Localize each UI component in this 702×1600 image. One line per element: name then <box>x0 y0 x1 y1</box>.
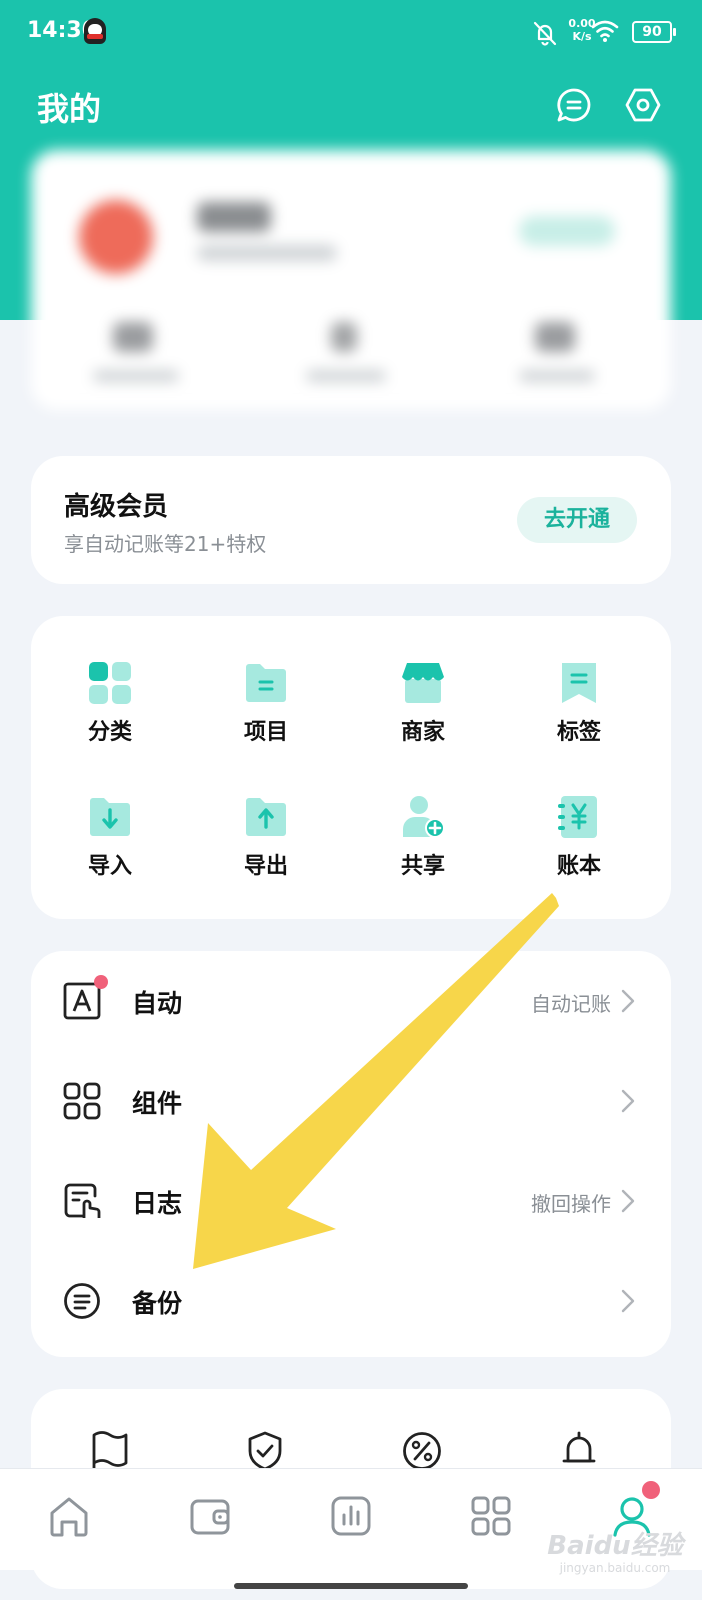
auto-a-icon <box>63 982 101 1020</box>
folder-project-icon <box>246 664 286 702</box>
bell-icon[interactable] <box>559 1431 599 1471</box>
row-label: 自动 <box>132 989 183 1018</box>
stat-label-blurred <box>306 370 386 382</box>
stats-icon[interactable] <box>331 1495 371 1537</box>
vip-activate-button[interactable]: 去开通 <box>517 497 637 543</box>
stat-value-blurred <box>113 322 153 352</box>
username-blurred <box>197 202 271 232</box>
folder-import-icon <box>90 798 130 836</box>
backup-icon <box>64 1283 100 1319</box>
bell-off-icon <box>533 21 557 46</box>
list-row-backup[interactable]: 备份 <box>31 1251 671 1351</box>
stat-value-blurred <box>331 322 357 352</box>
apps-icon[interactable] <box>471 1495 511 1537</box>
message-icon[interactable] <box>556 87 592 123</box>
row-value: 自动记账 <box>531 992 611 1016</box>
avatar <box>79 200 153 274</box>
list-row-widgets[interactable]: 组件 <box>31 1051 671 1151</box>
grid-label: 导出 <box>243 854 288 879</box>
home-indicator <box>234 1583 468 1589</box>
battery-indicator: 90 <box>632 21 676 43</box>
watermark: Baidu经验 jingyan.baidu.com <box>540 1531 690 1585</box>
wallet-icon[interactable] <box>190 1495 230 1537</box>
grid-item-ledger[interactable]: 账本 <box>524 795 634 895</box>
chevron-right-icon <box>621 1089 635 1113</box>
bookmark-tag-icon <box>562 663 596 703</box>
chevron-right-icon <box>621 989 635 1013</box>
grid-label: 分类 <box>87 720 132 745</box>
feature-grid: 分类 项目 商家 标签 导入 导出 共享 账本 <box>31 616 671 919</box>
row-value: 撤回操作 <box>531 1192 611 1216</box>
stat-value-blurred <box>535 322 575 352</box>
list-row-auto[interactable]: 自动 自动记账 <box>31 951 671 1051</box>
grid-item-tag[interactable]: 标签 <box>524 661 634 761</box>
settings-list: 自动 自动记账 组件 日志 撤回操作 备份 <box>31 951 671 1357</box>
grid-label: 项目 <box>243 720 288 745</box>
home-icon[interactable] <box>49 1495 89 1537</box>
widgets-icon <box>63 1082 101 1120</box>
profile-notification-dot <box>642 1481 660 1499</box>
grid-label: 共享 <box>400 854 445 879</box>
vip-title: 高级会员 <box>64 492 169 522</box>
vip-subtitle: 享自动记账等21+特权 <box>64 532 267 556</box>
shield-check-icon[interactable] <box>245 1431 285 1471</box>
row-label: 组件 <box>132 1089 183 1118</box>
grid-label: 导入 <box>87 854 132 879</box>
grid-item-merchant[interactable]: 商家 <box>368 661 478 761</box>
grid-label: 账本 <box>556 854 601 879</box>
log-touch-icon <box>64 1183 101 1218</box>
list-row-log[interactable]: 日志 撤回操作 <box>31 1151 671 1251</box>
page-title: 我的 <box>37 90 102 128</box>
category-grid-icon <box>89 662 131 704</box>
grid-item-share[interactable]: 共享 <box>368 795 478 895</box>
watermark-brand: Baidu经验 <box>547 1531 683 1561</box>
user-info-blurred <box>197 245 337 261</box>
status-bar: 14:30 0.00 K/s 90 <box>0 0 702 64</box>
grid-label: 商家 <box>400 720 445 745</box>
share-user-icon <box>403 796 445 838</box>
profile-card-blurred[interactable] <box>31 150 671 410</box>
grid-item-export[interactable]: 导出 <box>211 795 321 895</box>
watermark-domain: jingyan.baidu.com <box>559 1561 671 1575</box>
grid-item-category[interactable]: 分类 <box>55 661 165 761</box>
flag-icon[interactable] <box>90 1431 130 1471</box>
store-icon <box>402 663 444 703</box>
chevron-right-icon <box>621 1189 635 1213</box>
grid-label: 标签 <box>556 720 601 745</box>
stat-label-blurred <box>93 370 179 382</box>
stat-label-blurred <box>519 370 595 382</box>
notification-dot <box>94 975 108 989</box>
qq-notification-icon <box>84 18 106 44</box>
row-label: 备份 <box>132 1289 183 1318</box>
grid-item-import[interactable]: 导入 <box>55 795 165 895</box>
folder-export-icon <box>246 798 286 836</box>
chevron-right-icon <box>621 1289 635 1313</box>
profile-action-blurred <box>519 216 615 246</box>
network-speed-unit: K/s <box>572 30 592 43</box>
grid-item-project[interactable]: 项目 <box>211 661 321 761</box>
ledger-yen-icon <box>558 796 597 838</box>
wifi-icon <box>591 20 619 42</box>
settings-icon[interactable] <box>625 87 661 123</box>
percent-icon[interactable] <box>402 1431 442 1471</box>
row-label: 日志 <box>132 1189 183 1218</box>
vip-card: 高级会员 享自动记账等21+特权 去开通 <box>31 456 671 584</box>
